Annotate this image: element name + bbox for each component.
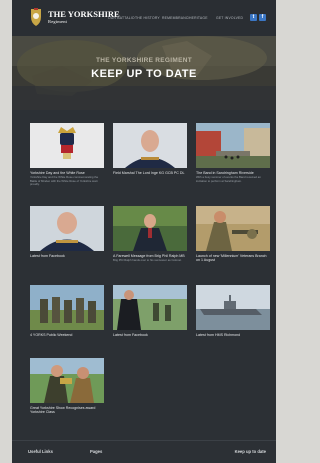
footer-keep-up[interactable]: Keep up to date — [235, 449, 266, 454]
news-excerpt: With a busy summer of events the Band re… — [196, 175, 261, 183]
nav-item-history[interactable]: The History — [135, 16, 162, 20]
page: THE YORKSHIRE Regiment Our Battalion The… — [12, 0, 276, 463]
social-links: t f — [250, 14, 266, 21]
news-title[interactable]: Latest from Facebook — [30, 254, 104, 258]
regimental-badge-icon[interactable] — [28, 7, 44, 27]
site-header: THE YORKSHIRE Regiment Our Battalion The… — [12, 0, 276, 36]
facebook-icon[interactable]: f — [259, 14, 266, 21]
hero-subtitle: The Yorkshire Regiment — [95, 57, 193, 64]
news-title[interactable]: Latest from HMS Richmond — [196, 333, 270, 337]
nav-item-heritage[interactable]: Heritage — [189, 16, 216, 20]
news-title[interactable]: Great Yorkshire Show Recognises award Yo… — [30, 406, 104, 415]
news-thumbnail[interactable] — [30, 123, 104, 168]
news-card[interactable]: Great Yorkshire Show Recognises award Yo… — [30, 358, 104, 416]
news-card[interactable]: Latest from Facebook — [113, 285, 187, 338]
news-excerpt: Brig Phil Ralph hands over to his succes… — [113, 258, 182, 263]
footer-useful-links[interactable]: Useful Links — [28, 449, 53, 454]
news-thumbnail[interactable] — [113, 123, 187, 168]
news-card[interactable]: A Farewell Message from Brig Phil Ralph … — [113, 206, 187, 263]
news-title[interactable]: Latest from Facebook — [113, 333, 187, 337]
twitter-icon[interactable]: t — [250, 14, 257, 21]
nav-item-battalion[interactable]: Our Battalion — [108, 16, 135, 20]
news-thumbnail[interactable] — [196, 206, 270, 251]
news-card[interactable]: The Band in Sandringham Riverside With a… — [196, 123, 270, 183]
news-thumbnail[interactable] — [113, 285, 187, 330]
news-card[interactable]: Launch of new 'Millennium' Veterans Bran… — [196, 206, 270, 264]
news-title[interactable]: Launch of new 'Millennium' Veterans Bran… — [196, 254, 270, 263]
page-title: KEEP UP TO DATE — [91, 68, 197, 80]
news-thumbnail[interactable] — [113, 206, 187, 251]
nav-item-remembrance[interactable]: Remembrance — [162, 16, 189, 20]
news-title[interactable]: 4 YORKS Public Weekend — [30, 333, 104, 337]
main-nav: Our Battalion The History Remembrance He… — [108, 16, 243, 20]
news-card[interactable]: Latest from HMS Richmond — [196, 285, 270, 338]
news-card[interactable]: Yorkshire Day and the White Rose Yorkshi… — [30, 123, 104, 187]
news-thumbnail[interactable] — [196, 285, 270, 330]
news-thumbnail[interactable] — [30, 285, 104, 330]
hero-banner: The Yorkshire Regiment KEEP UP TO DATE — [12, 36, 276, 110]
news-thumbnail[interactable] — [30, 358, 104, 403]
news-excerpt: Yorkshire Day and the White Rose commemo… — [30, 175, 99, 187]
news-thumbnail[interactable] — [196, 123, 270, 168]
news-title[interactable]: Field Marshal The Lord Inge KG GCB PC DL — [113, 171, 187, 175]
site-footer: Useful Links Pages Keep up to date — [12, 440, 276, 463]
footer-pages[interactable]: Pages — [90, 449, 102, 454]
news-thumbnail[interactable] — [30, 206, 104, 251]
news-card[interactable]: 4 YORKS Public Weekend — [30, 285, 104, 338]
news-card[interactable]: Field Marshal The Lord Inge KG GCB PC DL — [113, 123, 187, 176]
nav-item-get-involved[interactable]: Get Involved — [216, 16, 243, 20]
news-card[interactable]: Latest from Facebook — [30, 206, 104, 259]
